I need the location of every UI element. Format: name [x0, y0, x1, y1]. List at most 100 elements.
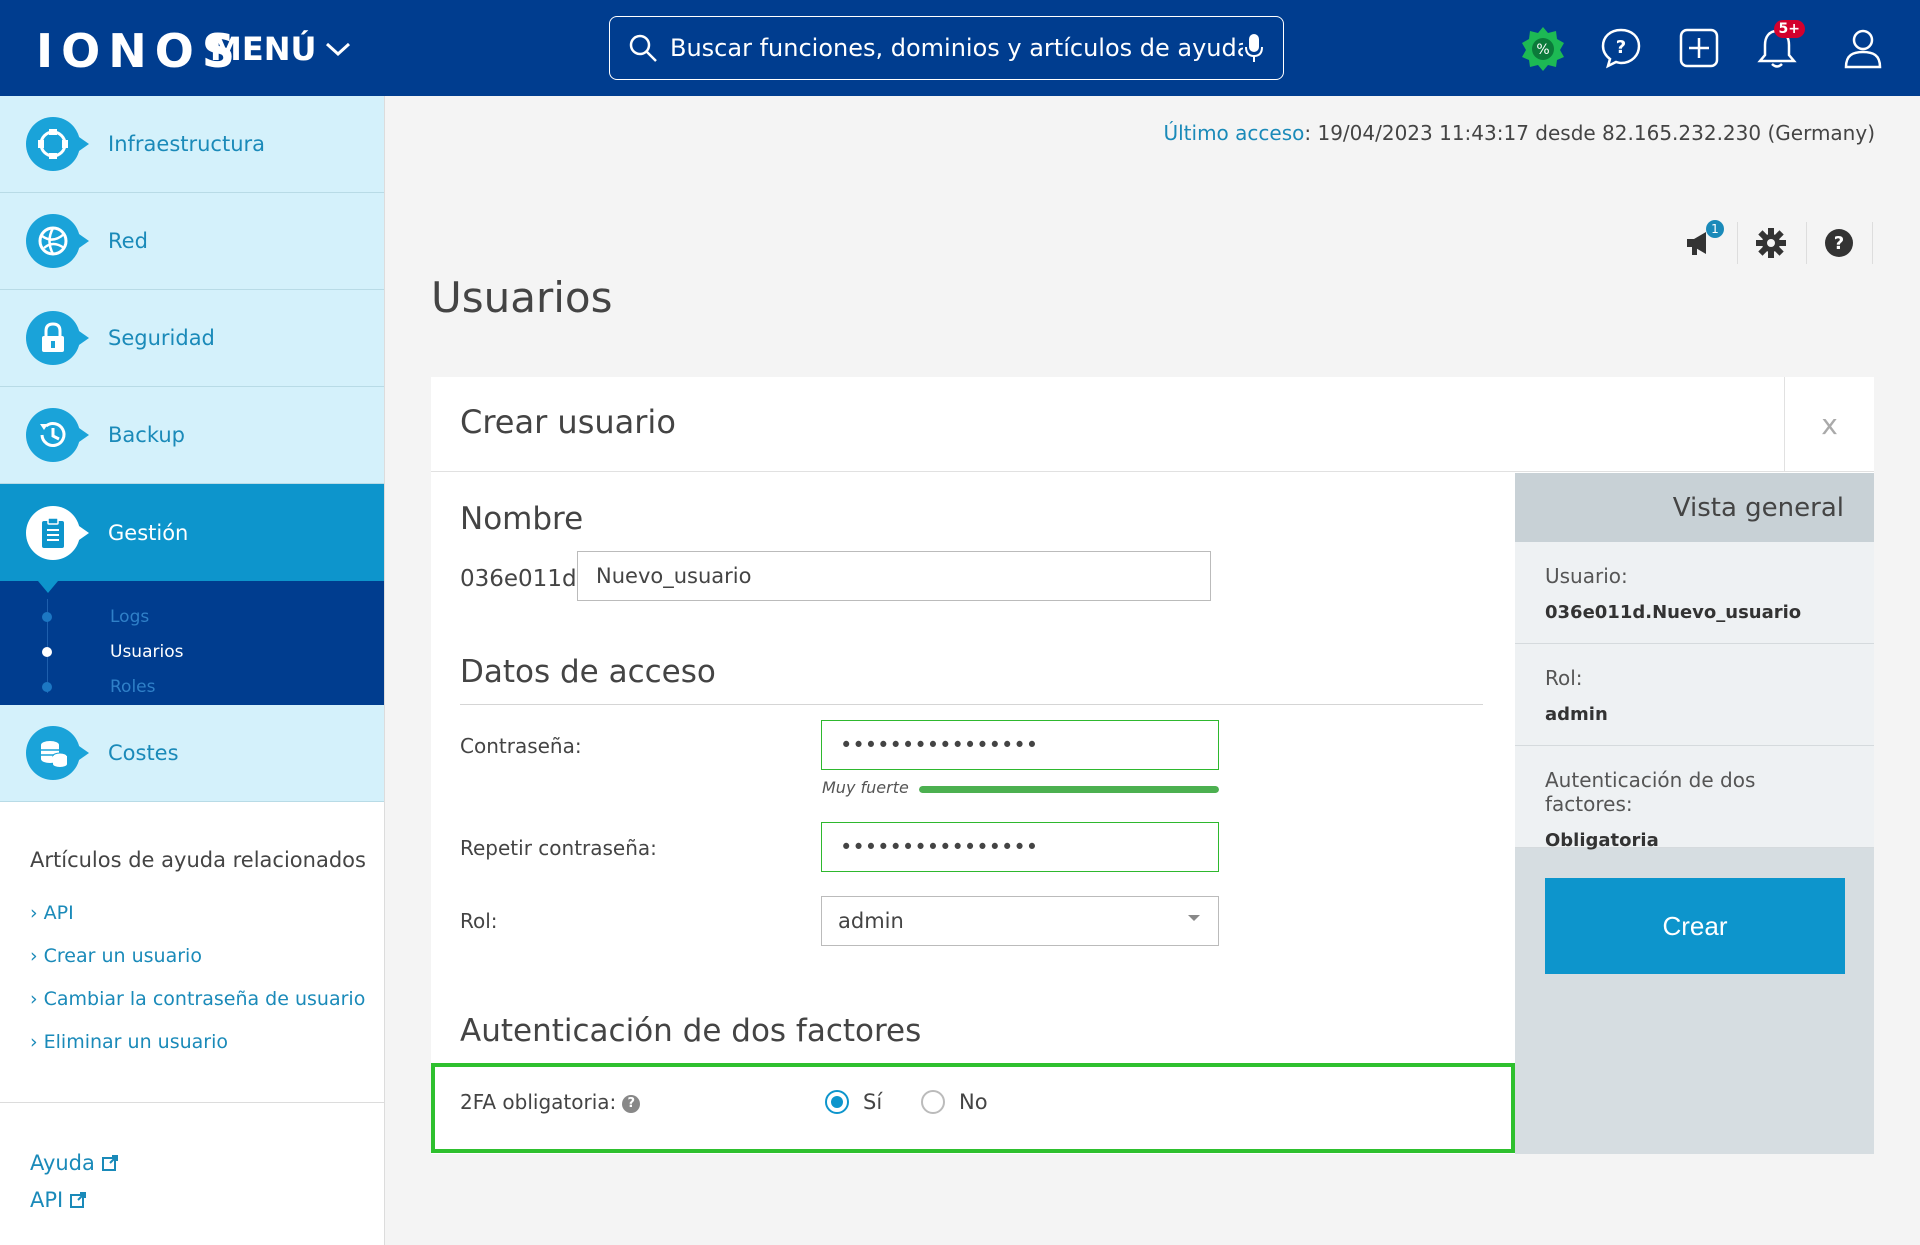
overview-row-usuario: Usuario: 036e011d.Nuevo_usuario [1515, 542, 1874, 644]
section-title-2fa: Autenticación de dos factores [460, 1013, 922, 1049]
external-link-icon [101, 1155, 118, 1171]
help-link-eliminar-usuario[interactable]: › Eliminar un usuario [30, 1031, 228, 1053]
svg-text:?: ? [1834, 233, 1844, 254]
microphone-icon[interactable] [1243, 32, 1265, 64]
page-title: Usuarios [431, 273, 613, 322]
help-link-cambiar-contrasena[interactable]: › Cambiar la contraseña de usuario [30, 988, 365, 1010]
footer-link-ayuda[interactable]: Ayuda [30, 1151, 119, 1175]
close-button[interactable]: x [1784, 377, 1874, 472]
overview-value: admin [1545, 704, 1608, 725]
menu-button[interactable]: MENÚ [210, 30, 352, 68]
sidebar-item-seguridad[interactable]: Seguridad [0, 290, 384, 387]
create-user-panel: Crear usuario x Nombre 036e011d. Nuevo_u… [431, 377, 1874, 1154]
help-articles-title: Artículos de ayuda relacionados [30, 848, 366, 872]
search-bar[interactable]: Buscar funciones, dominios y artículos d… [609, 16, 1284, 80]
svg-text:?: ? [1616, 37, 1626, 58]
twofa-label: 2FA obligatoria:? [460, 1090, 641, 1114]
announcements-megaphone-icon[interactable]: 1 [1684, 220, 1724, 260]
top-header: IONOS MENÚ Buscar funciones, dominios y … [0, 0, 1920, 96]
user-account-icon[interactable] [1839, 24, 1887, 72]
radio-label: Sí [863, 1090, 883, 1114]
search-icon [629, 34, 657, 62]
username-input[interactable]: Nuevo_usuario [577, 551, 1211, 601]
caret-down-icon [1188, 915, 1200, 921]
role-label: Rol: [460, 909, 498, 933]
overview-value: 036e011d.Nuevo_usuario [1545, 602, 1802, 623]
search-input[interactable]: Buscar funciones, dominios y artículos d… [670, 34, 1243, 62]
repeat-password-field[interactable]: •••••••••••••••• [821, 822, 1219, 872]
divider [1737, 222, 1738, 264]
overview-key: Autenticación de dos factores: [1545, 768, 1756, 816]
help-question-icon[interactable]: ? [1822, 226, 1856, 260]
help-link-api[interactable]: › API [30, 902, 74, 924]
last-access-label[interactable]: Último acceso [1163, 121, 1304, 145]
announcements-badge: 1 [1706, 220, 1724, 238]
help-link-label: Cambiar la contraseña de usuario [43, 988, 366, 1010]
overview-value: Obligatoria [1545, 830, 1659, 851]
overview-row-2fa: Autenticación de dos factores: Obligator… [1515, 746, 1874, 851]
help-question-icon[interactable]: ? [622, 1094, 641, 1113]
last-access-value: : 19/04/2023 11:43:17 desde 82.165.232.2… [1304, 121, 1875, 145]
help-link-label: Eliminar un usuario [43, 1031, 228, 1053]
lock-icon [26, 311, 89, 365]
last-access-info: Último acceso: 19/04/2023 11:43:17 desde… [1163, 121, 1875, 145]
twofa-label-text: 2FA obligatoria: [460, 1090, 617, 1114]
overview-key: Rol: [1545, 666, 1583, 690]
password-strength-label: Muy fuerte [822, 778, 909, 797]
chevron-down-icon [326, 42, 351, 57]
settings-gear-icon[interactable] [1754, 226, 1788, 260]
repeat-password-label: Repetir contraseña: [460, 836, 657, 860]
divider [460, 704, 1483, 705]
overview-row-rol: Rol: admin [1515, 644, 1874, 746]
sidebar-item-label: Gestión [108, 520, 189, 545]
radio-button[interactable] [825, 1090, 849, 1114]
help-link-crear-usuario[interactable]: › Crear un usuario [30, 945, 202, 967]
password-strength-fill [919, 786, 1219, 793]
overview-title: Vista general [1515, 473, 1874, 542]
radio-2fa-no[interactable]: No [921, 1090, 988, 1114]
sidebar-item-label: Costes [108, 741, 179, 765]
radio-button[interactable] [921, 1090, 945, 1114]
sidebar-item-costes[interactable]: Costes [0, 705, 384, 802]
footer-link-label: Ayuda [30, 1151, 95, 1175]
external-link-icon [70, 1192, 87, 1208]
role-selected-value: admin [838, 909, 904, 933]
add-plus-icon[interactable] [1675, 24, 1723, 72]
password-field[interactable]: •••••••••••••••• [821, 720, 1219, 770]
divider [1872, 222, 1873, 264]
sidebar-item-infraestructura[interactable]: Infraestructura [0, 96, 384, 193]
role-select[interactable]: admin [821, 896, 1219, 946]
coins-icon [26, 726, 89, 780]
sidebar-item-gestion[interactable]: Gestión [0, 484, 384, 593]
svg-text:%: % [1536, 42, 1549, 58]
footer-link-label: API [30, 1188, 64, 1212]
subnav-item-logs[interactable]: Logs [0, 599, 384, 634]
subnav-item-label: Logs [110, 606, 150, 627]
notifications-bell-icon[interactable]: 5+ [1753, 20, 1805, 72]
sidebar-item-label: Infraestructura [108, 132, 266, 156]
overview-key: Usuario: [1545, 564, 1628, 588]
sidebar-item-backup[interactable]: Backup [0, 387, 384, 484]
subnav-item-usuarios[interactable]: Usuarios [0, 634, 384, 669]
section-title-datos-acceso: Datos de acceso [460, 654, 716, 690]
bullet-dot [42, 681, 52, 692]
footer-link-api[interactable]: API [30, 1188, 87, 1212]
infrastructure-icon [26, 117, 89, 171]
backup-clock-icon [26, 408, 89, 462]
divider [1806, 222, 1807, 264]
gestion-subnav: Logs Usuarios Roles [0, 581, 384, 705]
bullet-dot [42, 646, 52, 657]
offer-percent-icon[interactable]: % [1519, 24, 1567, 72]
divider [0, 1102, 385, 1103]
radio-2fa-si[interactable]: Sí [825, 1090, 882, 1114]
overview-panel: Vista general Usuario: 036e011d.Nuevo_us… [1515, 473, 1874, 1154]
subnav-item-roles[interactable]: Roles [0, 669, 384, 704]
create-button[interactable]: Crear [1545, 878, 1845, 974]
sidebar: Infraestructura Red Seguridad Backup Ges… [0, 96, 385, 1245]
section-title-nombre: Nombre [460, 501, 584, 537]
password-strength-bar [919, 786, 1219, 793]
sidebar-item-red[interactable]: Red [0, 193, 384, 290]
subnav-item-label: Roles [110, 676, 156, 697]
sidebar-item-label: Seguridad [108, 326, 215, 350]
chat-help-icon[interactable]: ? [1597, 24, 1645, 72]
